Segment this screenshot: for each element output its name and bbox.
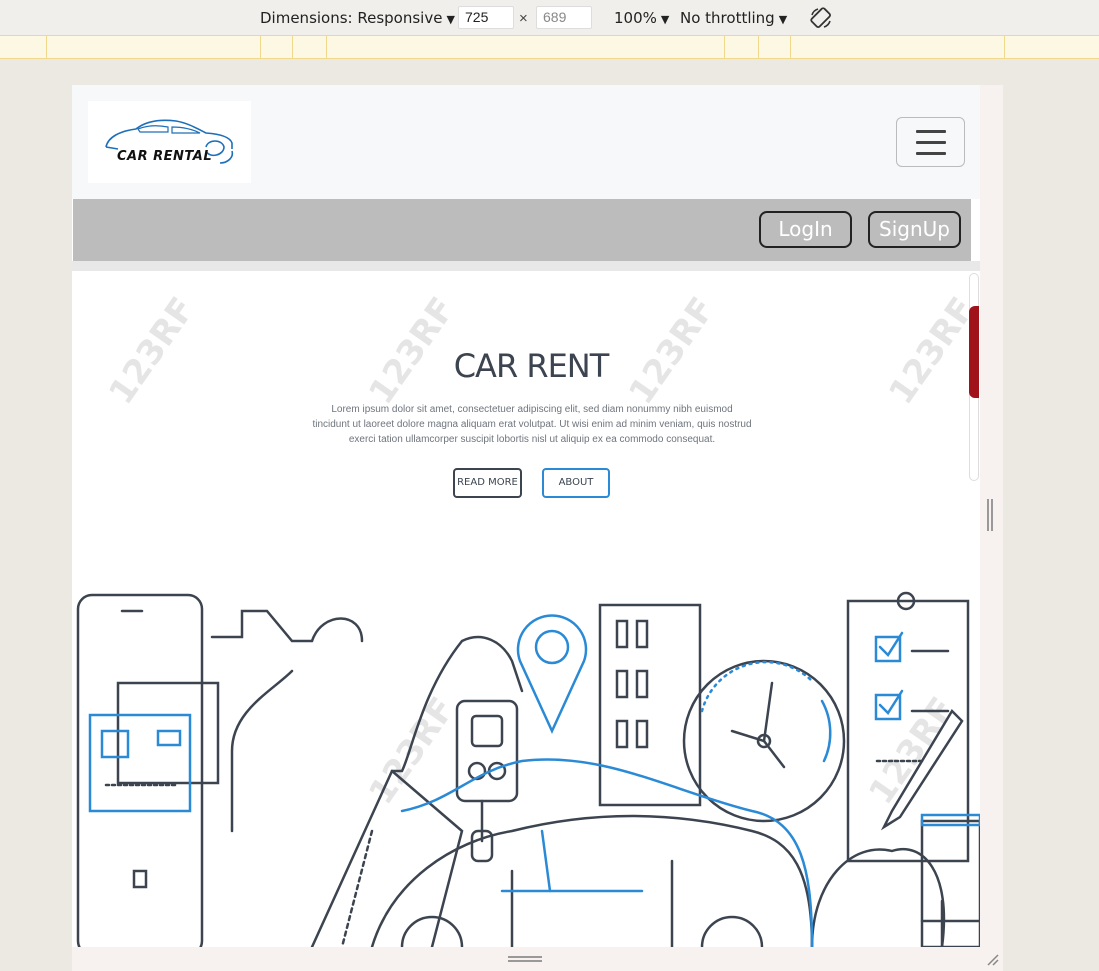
navbar: CAR RENTAL: [72, 85, 980, 199]
device-toolbar: Dimensions: Responsive ▼ 725 × 689 100% ▼ …: [0, 0, 1099, 35]
read-more-button[interactable]: READ MORE: [453, 468, 522, 498]
throttling-label: No throttling: [680, 9, 775, 27]
rotate-icon[interactable]: [809, 6, 833, 30]
web-page: CAR RENTAL LogIn SignUp 123RF 123RF 123R…: [72, 85, 980, 947]
auth-bar: LogIn SignUp: [73, 199, 971, 261]
hero-banner: 123RF 123RF 123RF 123RF 123RF 123RF CAR …: [72, 271, 980, 947]
height-input[interactable]: 689: [536, 6, 592, 29]
hero-text: Lorem ipsum dolor sit amet, consectetuer…: [312, 404, 752, 445]
logo-text: CAR RENTAL: [117, 149, 213, 164]
brand-logo[interactable]: CAR RENTAL: [88, 101, 251, 183]
resize-corner-icon[interactable]: [984, 951, 1000, 967]
device-viewport: CAR RENTAL LogIn SignUp 123RF 123RF 123R…: [72, 85, 1003, 971]
side-tab[interactable]: [969, 306, 979, 398]
resize-handle-right[interactable]: [986, 499, 994, 531]
chevron-down-icon: ▼: [660, 13, 670, 26]
signup-button[interactable]: SignUp: [868, 211, 961, 248]
hero-title: CAR RENT: [453, 347, 610, 385]
zoom-label: 100%: [614, 9, 657, 27]
car-logo-icon: [105, 119, 234, 164]
car-rental-illustration: [76, 591, 980, 947]
width-input[interactable]: 725: [458, 6, 514, 29]
throttling-dropdown[interactable]: No throttling ▼: [680, 9, 787, 27]
login-button[interactable]: LogIn: [759, 211, 852, 248]
chevron-down-icon: ▼: [446, 13, 455, 26]
chevron-down-icon: ▼: [778, 13, 788, 26]
dimensions-dropdown[interactable]: Dimensions: Responsive ▼: [260, 9, 455, 27]
media-query-bar[interactable]: [0, 35, 1099, 59]
times-icon: ×: [519, 10, 528, 27]
zoom-dropdown[interactable]: 100% ▼: [614, 9, 669, 27]
about-button[interactable]: ABOUT: [542, 468, 610, 498]
navbar-toggler-button[interactable]: [896, 117, 965, 167]
dimensions-label: Dimensions: Responsive: [260, 9, 443, 27]
resize-handle-bottom[interactable]: [508, 955, 542, 963]
divider: [72, 261, 980, 271]
